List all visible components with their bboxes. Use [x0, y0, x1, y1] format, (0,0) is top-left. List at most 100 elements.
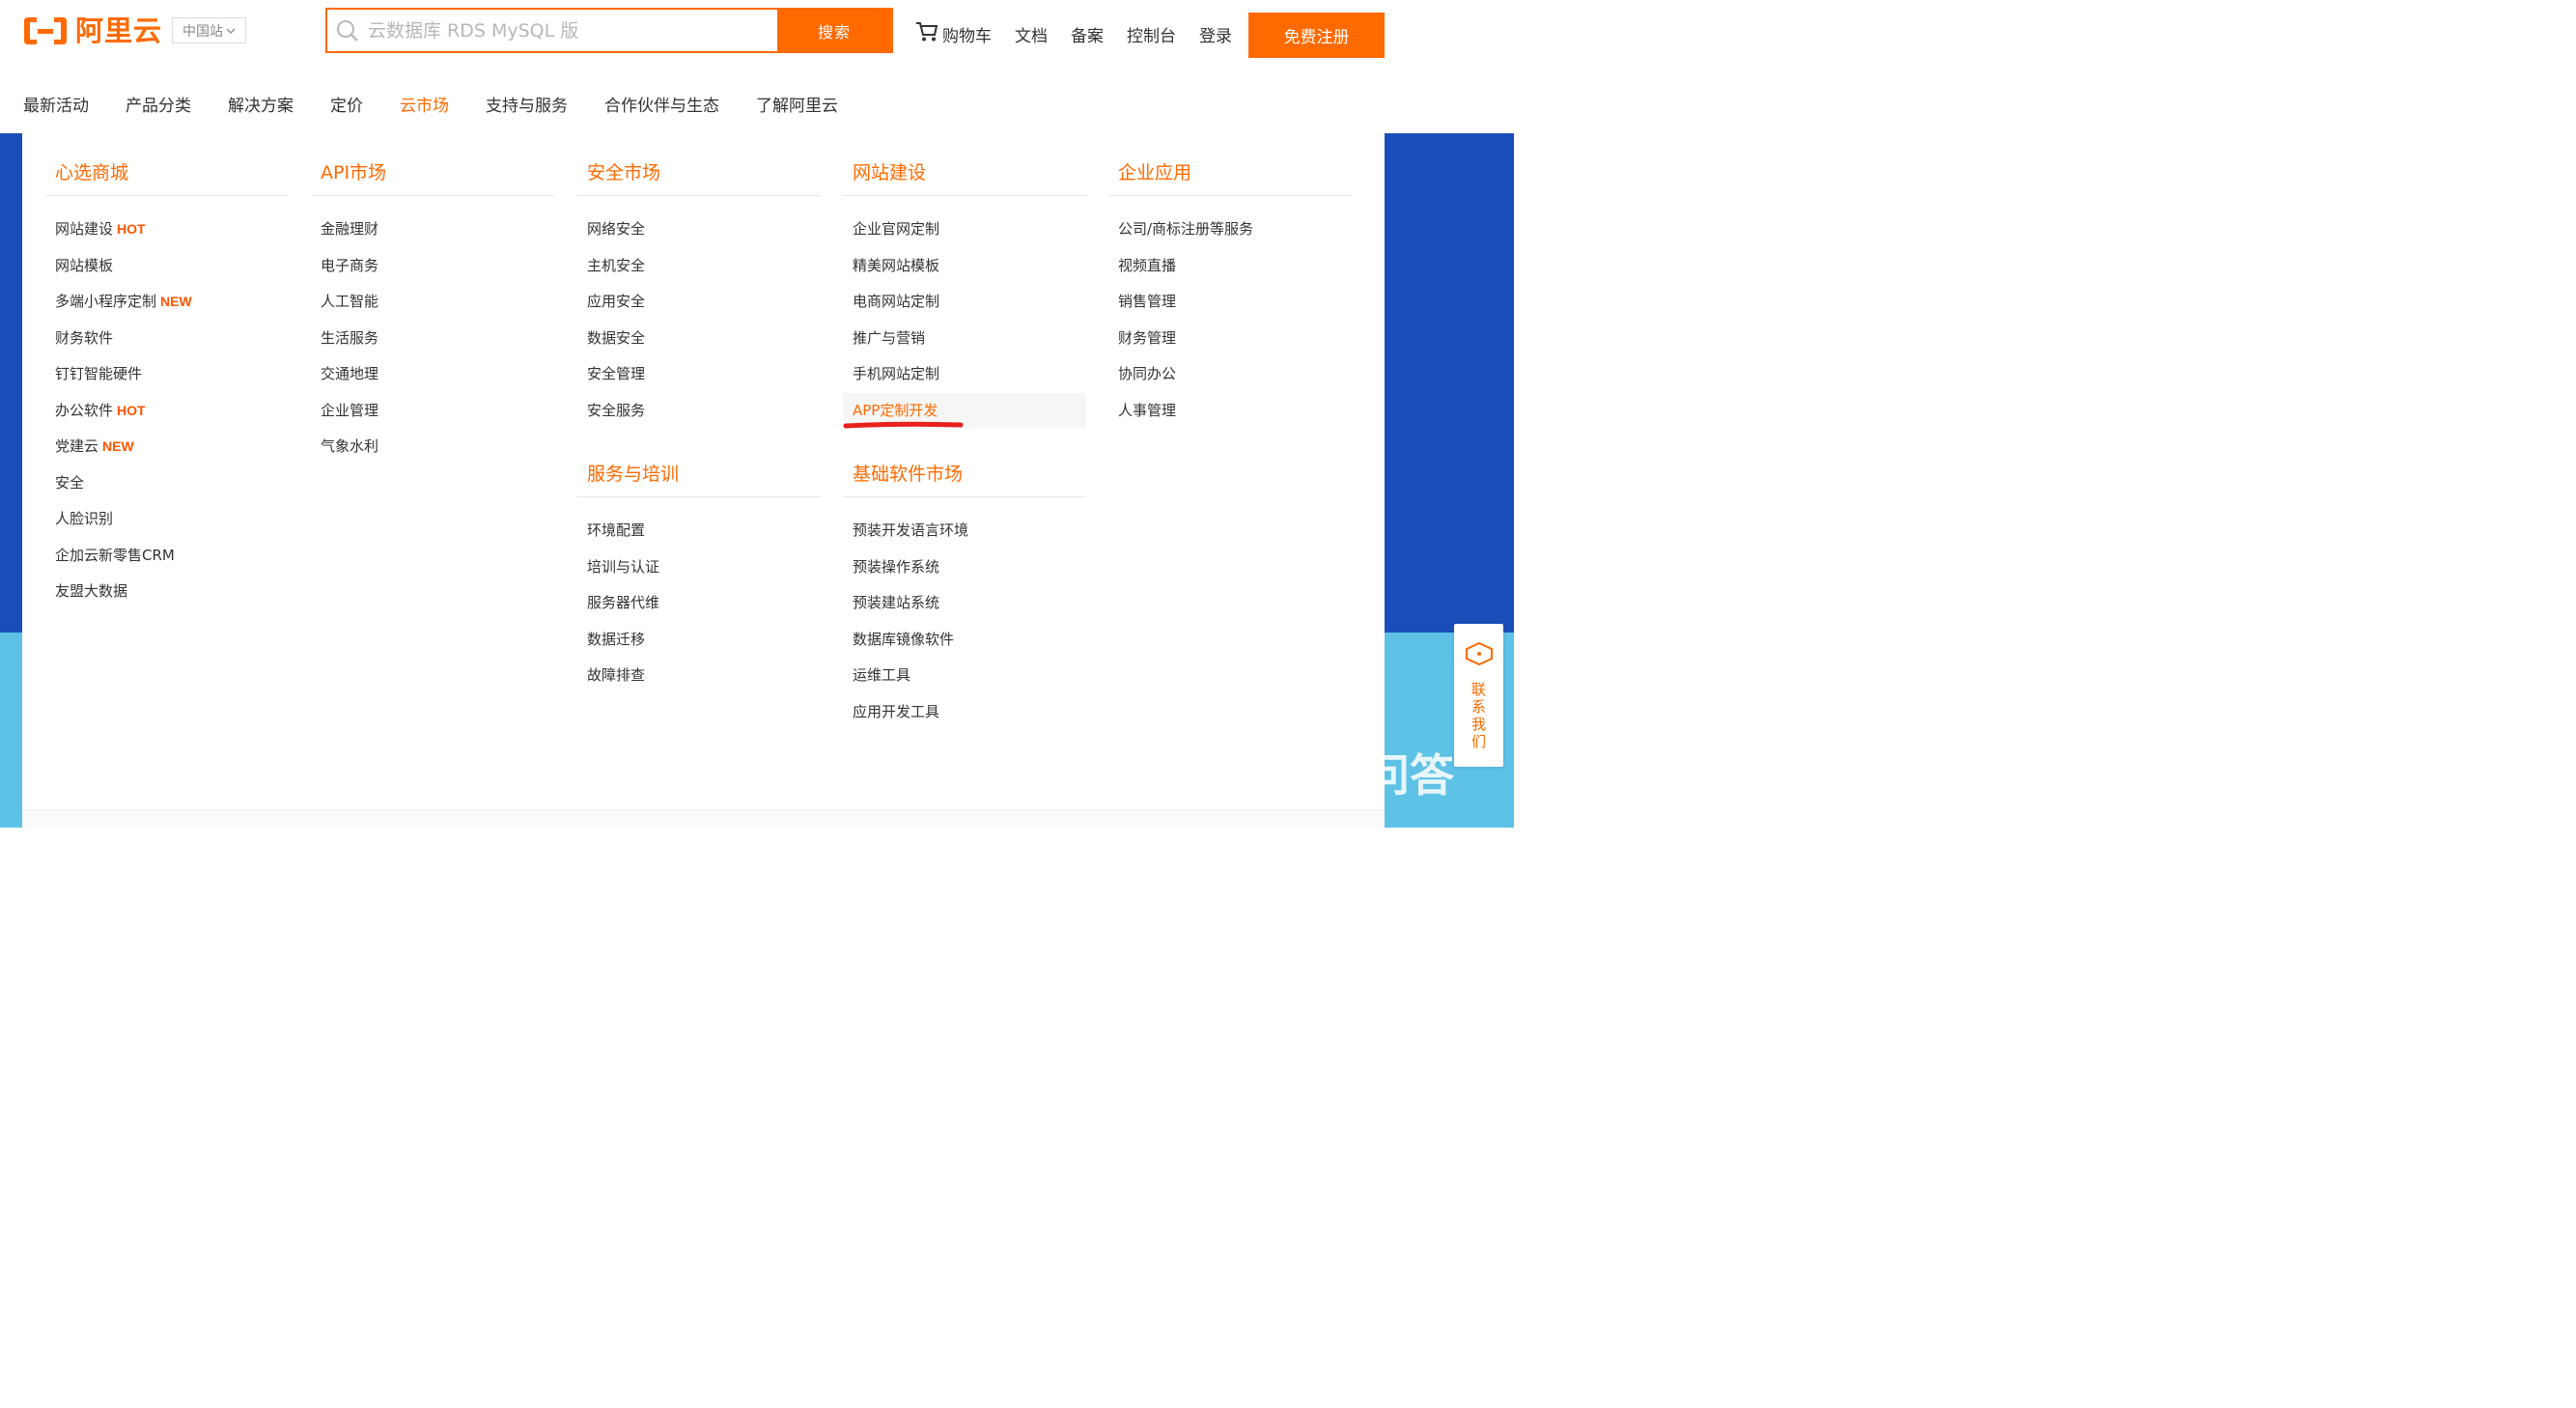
menu-item[interactable]: 数据迁移 [577, 622, 821, 659]
menu-item[interactable]: 网站模板 [45, 248, 289, 285]
register-button[interactable]: 免费注册 [1248, 13, 1385, 58]
section-title[interactable]: 安全市场 [577, 133, 821, 196]
menu-item-label: APP定制开发 [853, 401, 938, 419]
nav-item-pricing[interactable]: 定价 [330, 92, 363, 116]
menu-item-label: 党建云 [55, 437, 99, 455]
aliyun-logo[interactable]: 阿里云 [21, 12, 162, 50]
section-title[interactable]: 服务与培训 [577, 435, 821, 497]
menu-item[interactable]: 气象水利 [311, 429, 554, 465]
menu-item[interactable]: 网络安全 [577, 211, 821, 248]
hot-badge: HOT [117, 221, 146, 237]
menu-item[interactable]: 人事管理 [1108, 393, 1352, 430]
menu-item[interactable]: 安全 [45, 465, 289, 502]
menu-item[interactable]: 企业管理 [311, 393, 554, 430]
menu-item[interactable]: 生活服务 [311, 321, 554, 357]
nav-item-latest-activities[interactable]: 最新活动 [23, 92, 89, 116]
wukong-logo-icon [1209, 746, 1271, 800]
site-header: 阿里云 中国站 搜索 购物车 文档 备案 控制台 登录 免费注册 最新活动 产品… [0, 0, 1514, 133]
menu-column-selected-mall: 心选商城 网站建设 HOT 网站模板 多端小程序定制 NEW 财务软件 钉钉智能硬件… [45, 133, 289, 610]
aliyun-logo-icon [21, 14, 70, 48]
menu-item[interactable]: 主机安全 [577, 248, 821, 285]
menu-item[interactable]: 安全服务 [577, 393, 821, 430]
nav-item-support[interactable]: 支持与服务 [486, 92, 568, 116]
filing-link[interactable]: 备案 [1071, 22, 1104, 46]
cart-label: 购物车 [942, 27, 992, 46]
marketplace-dropdown: 心选商城 网站建设 HOT 网站模板 多端小程序定制 NEW 财务软件 钉钉智能硬件… [22, 133, 1385, 828]
section-title[interactable]: API市场 [311, 133, 554, 196]
menu-item[interactable]: 电商网站定制 [843, 284, 1086, 321]
menu-item-label: 网站模板 [55, 256, 114, 274]
menu-item[interactable]: 预装开发语言环境 [843, 513, 1086, 549]
login-link[interactable]: 登录 [1199, 22, 1232, 46]
watermark-text: 悟空问答 [1276, 749, 1454, 802]
menu-item[interactable]: 财务管理 [1108, 321, 1352, 357]
menu-item[interactable]: 预装操作系统 [843, 549, 1086, 586]
menu-item[interactable]: 钉钉智能硬件 [45, 356, 289, 393]
menu-item-label: 企加云新零售CRM [55, 546, 175, 564]
menu-item[interactable]: 协同办公 [1108, 356, 1352, 393]
menu-column-enterprise-apps: 企业应用 公司/商标注册等服务 视频直播 销售管理 财务管理 协同办公 人事管理 [1108, 133, 1352, 429]
menu-item[interactable]: 人脸识别 [45, 501, 289, 538]
search-icon [327, 10, 368, 51]
nav-item-solutions[interactable]: 解决方案 [228, 92, 294, 116]
menu-item[interactable]: 环境配置 [577, 513, 821, 549]
menu-item[interactable]: 应用安全 [577, 284, 821, 321]
menu-item[interactable]: 电子商务 [311, 248, 554, 285]
nav-item-about[interactable]: 了解阿里云 [756, 92, 838, 116]
menu-column-api-market: API市场 金融理财 电子商务 人工智能 生活服务 交通地理 企业管理 气象水利 [311, 133, 554, 465]
menu-column-website-building: 网站建设 企业官网定制 精美网站模板 电商网站定制 推广与营销 手机网站定制 A… [843, 133, 1086, 730]
menu-item[interactable]: 数据安全 [577, 321, 821, 357]
menu-item[interactable]: 友盟大数据 [45, 574, 289, 610]
menu-item[interactable]: 精美网站模板 [843, 248, 1086, 285]
menu-item[interactable]: 公司/商标注册等服务 [1108, 211, 1352, 248]
section-title[interactable]: 基础软件市场 [843, 435, 1086, 497]
menu-item[interactable]: 企加云新零售CRM [45, 538, 289, 575]
search-input[interactable] [368, 10, 777, 51]
menu-item[interactable]: 视频直播 [1108, 248, 1352, 285]
menu-item[interactable]: 应用开发工具 [843, 694, 1086, 731]
menu-item[interactable]: 交通地理 [311, 356, 554, 393]
menu-item[interactable]: 销售管理 [1108, 284, 1352, 321]
menu-item[interactable]: 财务软件 [45, 321, 289, 357]
menu-item[interactable]: 数据库镜像软件 [843, 622, 1086, 659]
contact-us-label: 联系我们 [1470, 682, 1487, 751]
main-nav: 最新活动 产品分类 解决方案 定价 云市场 支持与服务 合作伙伴与生态 了解阿里… [23, 92, 875, 116]
menu-item[interactable]: 推广与营销 [843, 321, 1086, 357]
menu-item[interactable]: 金融理财 [311, 211, 554, 248]
top-links: 购物车 文档 备案 控制台 登录 [915, 21, 1255, 47]
menu-item[interactable]: 手机网站定制 [843, 356, 1086, 393]
nav-item-marketplace[interactable]: 云市场 [400, 92, 449, 116]
cart-icon [915, 21, 938, 47]
menu-item-label: 友盟大数据 [55, 582, 128, 600]
search-button[interactable]: 搜索 [777, 10, 891, 51]
nav-item-partners[interactable]: 合作伙伴与生态 [604, 92, 719, 116]
section-title[interactable]: 企业应用 [1108, 133, 1352, 196]
menu-item[interactable]: 安全管理 [577, 356, 821, 393]
menu-item[interactable]: 党建云 NEW [45, 429, 289, 465]
section-title[interactable]: 网站建设 [843, 133, 1086, 196]
menu-item[interactable]: 办公软件 HOT [45, 393, 289, 430]
console-link[interactable]: 控制台 [1127, 22, 1176, 46]
menu-item[interactable]: 运维工具 [843, 658, 1086, 694]
menu-item[interactable]: 故障排查 [577, 658, 821, 694]
menu-item-label: 网站建设 [55, 220, 114, 238]
menu-item[interactable]: 人工智能 [311, 284, 554, 321]
hot-badge: HOT [117, 402, 146, 418]
menu-item[interactable]: 预装建站系统 [843, 585, 1086, 622]
menu-item[interactable]: 多端小程序定制 NEW [45, 284, 289, 321]
menu-item[interactable]: 网站建设 HOT [45, 211, 289, 248]
menu-item-label: 多端小程序定制 [55, 293, 157, 310]
section-title[interactable]: 心选商城 [45, 133, 289, 196]
region-selector[interactable]: 中国站 [172, 17, 246, 43]
menu-item[interactable]: 服务器代维 [577, 585, 821, 622]
docs-link[interactable]: 文档 [1015, 22, 1048, 46]
cart-link[interactable]: 购物车 [915, 21, 992, 47]
contact-us-button[interactable]: 联系我们 [1454, 624, 1503, 767]
red-underline-marker [843, 421, 964, 428]
wukong-watermark: 悟空问答 [1209, 744, 1454, 802]
nav-item-products[interactable]: 产品分类 [126, 92, 191, 116]
menu-item[interactable]: 培训与认证 [577, 549, 821, 586]
menu-item-label: 钉钉智能硬件 [55, 365, 143, 382]
menu-item[interactable]: 企业官网定制 [843, 211, 1086, 248]
menu-item-app-dev-hovered[interactable]: APP定制开发 [843, 392, 1086, 429]
